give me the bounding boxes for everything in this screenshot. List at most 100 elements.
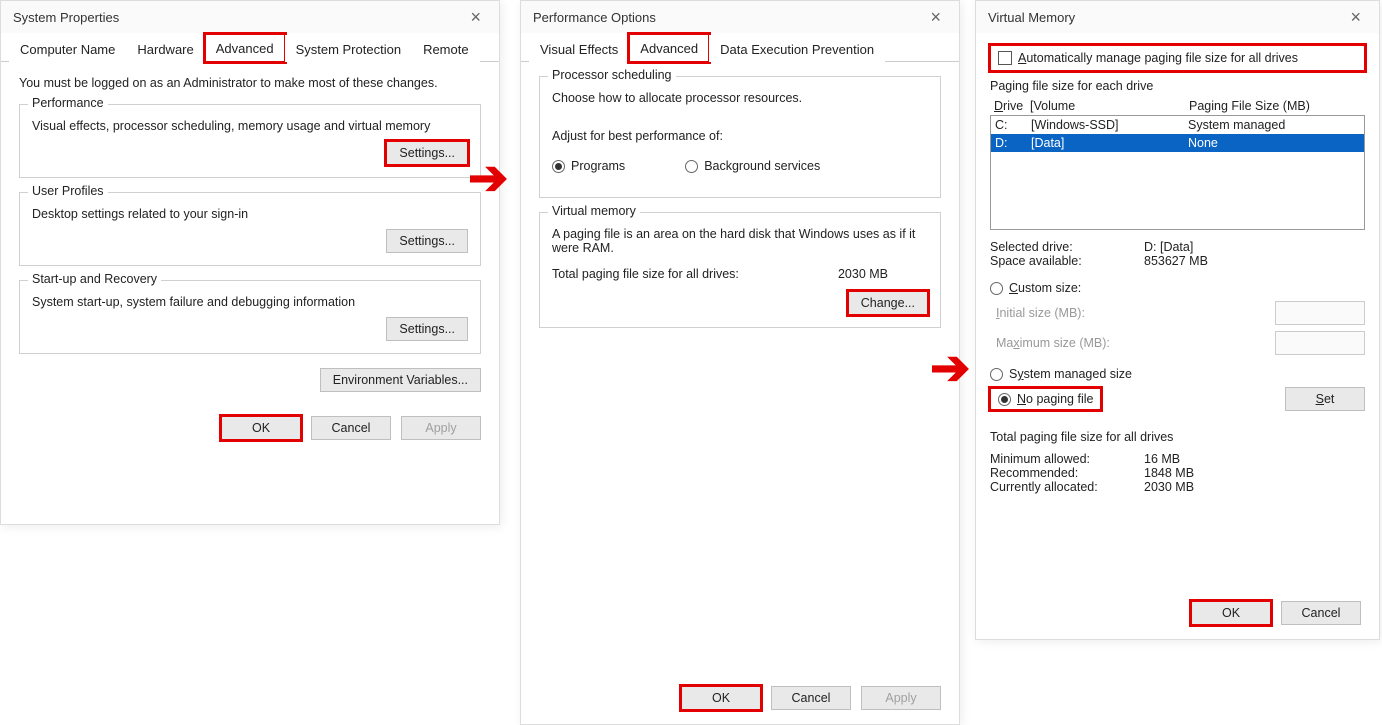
vm-size-options: Custom size: Initial size (MB): Maximum … [990, 278, 1365, 414]
arrow-icon: ➔ [930, 340, 970, 396]
sysprops-ok-button[interactable]: OK [221, 416, 301, 440]
proc-desc: Choose how to allocate processor resourc… [552, 91, 928, 105]
userprofiles-settings-button[interactable]: Settings... [386, 229, 468, 253]
perfopts-title: Performance Options [533, 10, 656, 25]
close-icon[interactable]: × [920, 4, 951, 30]
performance-options-dialog: Performance Options × Visual Effects Adv… [520, 0, 960, 725]
sysprops-apply-button[interactable]: Apply [401, 416, 481, 440]
space-available-label: Space available: [990, 254, 1130, 268]
selected-drive-label: Selected drive: [990, 240, 1130, 254]
maximum-size-label: Maximum size (MB): [990, 336, 1110, 350]
environment-variables-button[interactable]: Environment Variables... [320, 368, 481, 392]
perfopts-buttons: OK Cancel Apply [663, 676, 959, 724]
vmem-cancel-button[interactable]: Cancel [1281, 601, 1361, 625]
vmem-change-button[interactable]: Change... [848, 291, 928, 315]
group-performance: Performance Visual effects, processor sc… [19, 104, 481, 178]
tab-hardware[interactable]: Hardware [126, 35, 204, 62]
radio-system-managed[interactable]: System managed size [990, 367, 1132, 381]
group-user-profiles: User Profiles Desktop settings related t… [19, 192, 481, 266]
userprofiles-legend: User Profiles [28, 184, 108, 198]
initial-size-label: Initial size (MB): [990, 306, 1085, 320]
radio-icon [552, 160, 565, 173]
drive-volume: [Windows-SSD] [1031, 118, 1188, 132]
col-volume: [Volume [1030, 99, 1189, 113]
radio-icon [990, 282, 1003, 295]
table-row[interactable]: D: [Data] None [991, 134, 1364, 152]
min-allowed-value: 16 MB [1144, 452, 1180, 466]
auto-manage-checkbox[interactable]: Automatically manage paging file size fo… [990, 45, 1365, 71]
no-paging-label: No paging file [1017, 392, 1093, 406]
close-icon[interactable]: × [1340, 4, 1371, 30]
vmem-ok-button[interactable]: OK [1191, 601, 1271, 625]
tab-advanced[interactable]: Advanced [205, 34, 285, 62]
startup-settings-button[interactable]: Settings... [386, 317, 468, 341]
radio-bg-label: Background services [704, 159, 820, 173]
auto-manage-label: Automatically manage paging file size fo… [1018, 51, 1298, 65]
radio-programs-label: Programs [571, 159, 625, 173]
drive-table[interactable]: C: [Windows-SSD] System managed D: [Data… [990, 115, 1365, 230]
recommended-label: Recommended: [990, 466, 1130, 480]
sysprops-cancel-button[interactable]: Cancel [311, 416, 391, 440]
drive-letter: C: [995, 118, 1031, 132]
perfopts-tabs: Visual Effects Advanced Data Execution P… [521, 33, 959, 62]
performance-settings-button[interactable]: Settings... [386, 141, 468, 165]
group-startup-recovery: Start-up and Recovery System start-up, s… [19, 280, 481, 354]
radio-no-paging-file[interactable]: No paging file [990, 388, 1101, 410]
group-processor-scheduling: Processor scheduling Choose how to alloc… [539, 76, 941, 198]
sysprops-body: You must be logged on as an Administrato… [1, 62, 499, 406]
per-drive-label: Paging file size for each drive [990, 79, 1365, 93]
perfopts-body: Processor scheduling Choose how to alloc… [521, 62, 959, 356]
currently-allocated-value: 2030 MB [1144, 480, 1194, 494]
drive-pfs: None [1188, 136, 1358, 150]
min-allowed-label: Minimum allowed: [990, 452, 1130, 466]
perfopts-cancel-button[interactable]: Cancel [771, 686, 851, 710]
tab-visual-effects[interactable]: Visual Effects [529, 35, 629, 62]
recommended-value: 1848 MB [1144, 466, 1194, 480]
vmem-body: Automatically manage paging file size fo… [976, 33, 1379, 506]
table-row[interactable]: C: [Windows-SSD] System managed [991, 116, 1364, 134]
perfopts-apply-button[interactable]: Apply [861, 686, 941, 710]
radio-programs[interactable]: Programs [552, 159, 625, 173]
sysprops-titlebar: System Properties × [1, 1, 499, 33]
drive-pfs: System managed [1188, 118, 1358, 132]
total-paging-header: Total paging file size for all drives [990, 430, 1365, 444]
vmem-desc: A paging file is an area on the hard dis… [552, 227, 928, 255]
drive-table-header: Drive [Volume Paging File Size (MB) [990, 97, 1365, 115]
vmem-buttons: OK Cancel [1173, 591, 1379, 639]
tab-system-protection[interactable]: System Protection [285, 35, 413, 62]
vmem-titlebar: Virtual Memory × [976, 1, 1379, 33]
set-button[interactable]: Set [1285, 387, 1365, 411]
proc-adjust-label: Adjust for best performance of: [552, 129, 928, 143]
proc-legend: Processor scheduling [548, 68, 676, 82]
tab-computer-name[interactable]: Computer Name [9, 35, 126, 62]
arrow-icon: ➔ [468, 150, 508, 206]
vmem-total-value: 2030 MB [838, 267, 888, 281]
performance-legend: Performance [28, 96, 108, 110]
maximum-size-input[interactable] [1275, 331, 1365, 355]
close-icon[interactable]: × [460, 4, 491, 30]
tab-dep[interactable]: Data Execution Prevention [709, 35, 885, 62]
tab-remote[interactable]: Remote [412, 35, 480, 62]
drive-letter: D: [995, 136, 1031, 150]
sysprops-tabs: Computer Name Hardware Advanced System P… [1, 33, 499, 62]
group-virtual-memory: Virtual memory A paging file is an area … [539, 212, 941, 328]
performance-desc: Visual effects, processor scheduling, me… [32, 119, 468, 133]
startup-legend: Start-up and Recovery [28, 272, 161, 286]
perfopts-titlebar: Performance Options × [521, 1, 959, 33]
startup-desc: System start-up, system failure and debu… [32, 295, 468, 309]
vmem-legend: Virtual memory [548, 204, 640, 218]
tab-advanced[interactable]: Advanced [629, 34, 709, 62]
space-available-value: 853627 MB [1144, 254, 1208, 268]
radio-icon [685, 160, 698, 173]
virtual-memory-dialog: Virtual Memory × Automatically manage pa… [975, 0, 1380, 640]
radio-custom-size[interactable]: Custom size: [990, 281, 1081, 295]
system-managed-label: System managed size [1009, 367, 1132, 381]
col-drive: Drive [994, 99, 1030, 113]
checkbox-icon [998, 51, 1012, 65]
perfopts-ok-button[interactable]: OK [681, 686, 761, 710]
radio-background-services[interactable]: Background services [685, 159, 820, 173]
radio-icon [990, 368, 1003, 381]
drive-volume: [Data] [1031, 136, 1188, 150]
system-properties-dialog: System Properties × Computer Name Hardwa… [0, 0, 500, 525]
initial-size-input[interactable] [1275, 301, 1365, 325]
